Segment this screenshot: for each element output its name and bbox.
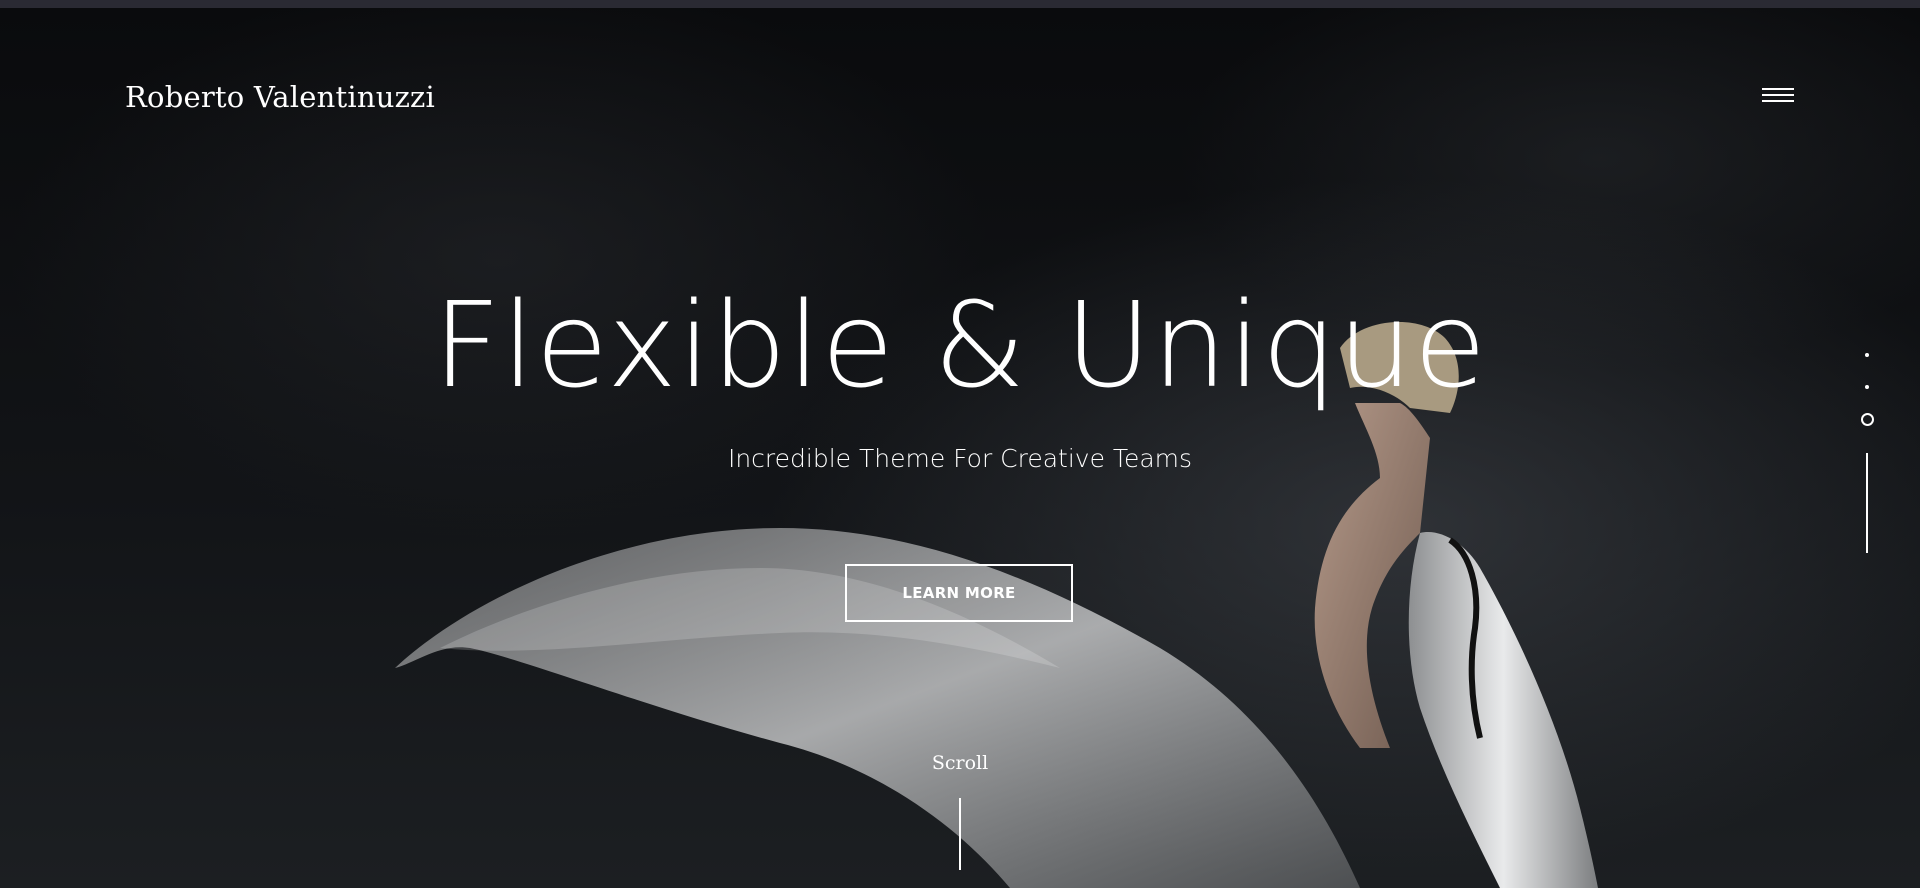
hamburger-menu-icon[interactable] [1760, 88, 1798, 112]
slide-dot-3-active[interactable] [1861, 413, 1874, 426]
hero-section: Roberto Valentinuzzi Flexible & Unique I… [0, 8, 1920, 888]
menu-line [1762, 88, 1794, 90]
figure-dress-shape [1408, 532, 1598, 888]
scroll-label[interactable]: Scroll [0, 752, 1920, 774]
slide-dot-2[interactable] [1865, 385, 1869, 389]
slide-dot-1[interactable] [1865, 353, 1869, 357]
menu-line [1762, 100, 1794, 102]
slide-navigation [1852, 338, 1882, 558]
hero-title: Flexible & Unique [432, 276, 1488, 414]
site-brand-logo[interactable]: Roberto Valentinuzzi [125, 80, 435, 114]
scroll-indicator-line [959, 798, 961, 870]
learn-more-button[interactable]: LEARN MORE [845, 564, 1073, 622]
menu-line [1762, 94, 1794, 96]
slide-progress-line [1866, 453, 1868, 553]
browser-top-strip [0, 0, 1920, 8]
hero-subtitle: Incredible Theme For Creative Teams [727, 444, 1193, 473]
